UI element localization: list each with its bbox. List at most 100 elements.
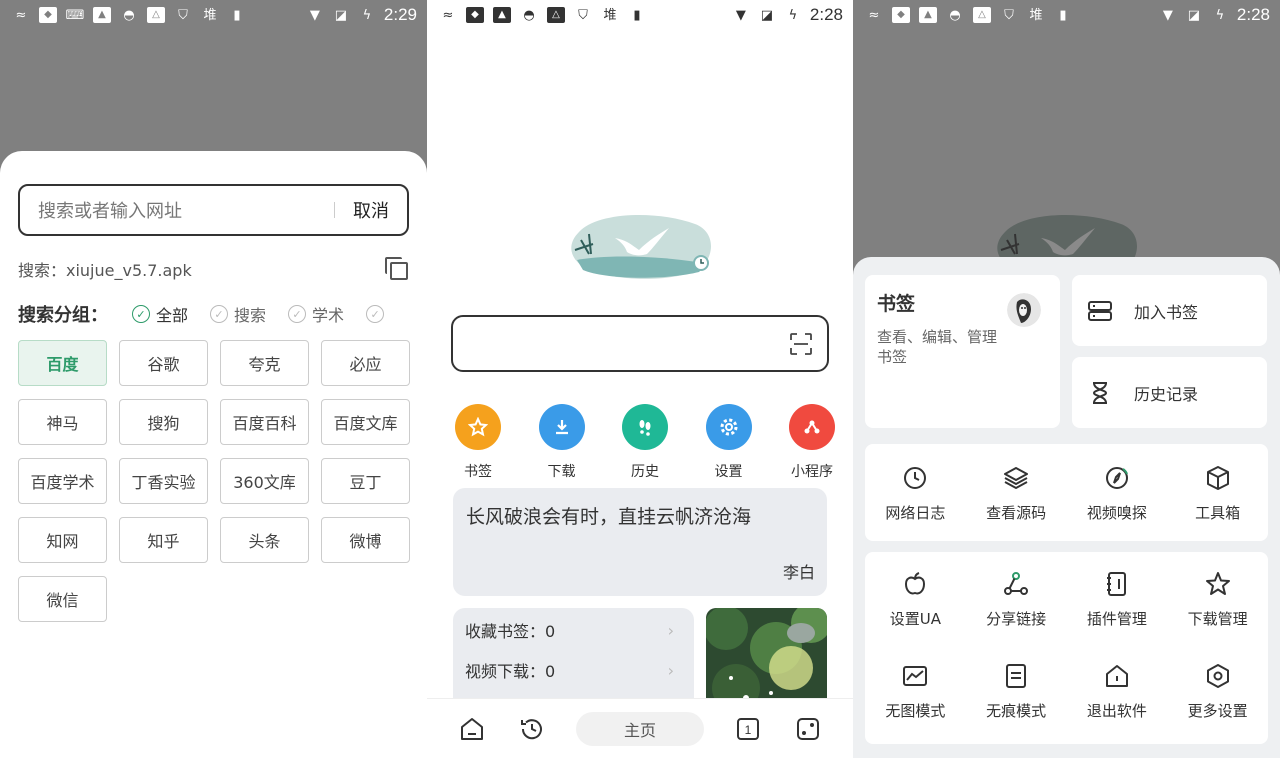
- plugin-manager-button[interactable]: 插件管理: [1067, 570, 1168, 629]
- engine-button[interactable]: 搜狗: [119, 399, 208, 445]
- home-tab[interactable]: 主页: [576, 712, 704, 746]
- book-icon: ▮: [233, 7, 241, 23]
- cat-app-icon: ◓: [123, 7, 135, 23]
- engine-button[interactable]: 百度: [18, 340, 107, 386]
- app-badge-icon: 堆: [1029, 7, 1043, 23]
- share-link-button[interactable]: 分享链接: [966, 570, 1067, 629]
- signal-swap-icon: ≈: [442, 7, 454, 23]
- engine-button[interactable]: 神马: [18, 399, 107, 445]
- app-notification-icon: ◆: [466, 7, 484, 23]
- engine-button[interactable]: 头条: [220, 517, 309, 563]
- group-option-more[interactable]: ✓: [366, 305, 390, 323]
- tool-label: 网络日志: [885, 504, 946, 522]
- signal-swap-icon: ≈: [868, 7, 880, 23]
- menu-icon[interactable]: [794, 715, 822, 743]
- add-bookmark-button[interactable]: 加入书签: [1072, 275, 1267, 346]
- daily-quote-card[interactable]: 长风破浪会有时，直挂云帆济沧海 李白: [453, 488, 827, 596]
- hourglass-icon: [1092, 381, 1108, 404]
- engine-button[interactable]: 百度百科: [220, 399, 309, 445]
- miniapp-icon: [789, 404, 835, 450]
- shield-play-icon: ⛉: [178, 7, 188, 23]
- video-sniff-button[interactable]: 视频嗅探: [1067, 464, 1168, 523]
- avatar: [1007, 293, 1041, 327]
- gear-icon: [705, 404, 752, 450]
- copy-icon[interactable]: [385, 257, 409, 281]
- video-download-count-row[interactable]: 视频下载：0 ›: [465, 658, 674, 682]
- bookmarks-card[interactable]: 书签 查看、编辑、管理书签: [865, 275, 1060, 428]
- search-input[interactable]: 搜索或者输入网址 取消: [18, 184, 409, 236]
- view-source-button[interactable]: 查看源码: [966, 464, 1067, 523]
- quick-link-label: 小程序: [791, 464, 833, 480]
- network-log-button[interactable]: 网络日志: [865, 464, 966, 523]
- setting-label: 无痕模式: [986, 702, 1047, 720]
- battery-charging-icon: ϟ: [362, 7, 372, 23]
- engine-button[interactable]: 知网: [18, 517, 107, 563]
- search-screen: ≈ ◆ ⌨ ▲ ◓ △ ⛉ 堆 ▮ ▼ ◪ ϟ 2:29 搜索或者输入网址 取消…: [0, 0, 427, 758]
- quick-link-history[interactable]: 历史: [612, 404, 678, 481]
- engine-button[interactable]: 丁香实验: [119, 458, 208, 504]
- search-group-tabs: 搜索分组： ✓ 全部 ✓ 搜索 ✓ 学术 ✓: [18, 301, 427, 327]
- video-download-count: 视频下载：0: [465, 662, 556, 681]
- engine-button[interactable]: 微信: [18, 576, 107, 622]
- status-bar: ≈ ◆ ▲ ◓ △ ⛉ 堆 ▮ ▼ ◪ ϟ 2:28: [427, 0, 853, 30]
- engine-button[interactable]: 百度文库: [321, 399, 410, 445]
- engine-button[interactable]: 微博: [321, 517, 410, 563]
- group-option-all[interactable]: ✓ 全部: [132, 302, 188, 326]
- quick-link-settings[interactable]: 设置: [696, 404, 762, 481]
- setting-label: 插件管理: [1086, 610, 1147, 628]
- cancel-button[interactable]: 取消: [353, 197, 389, 223]
- tool-label: 查看源码: [986, 504, 1047, 522]
- address-bar[interactable]: [451, 315, 829, 372]
- clipboard-suggestion[interactable]: 搜索：xiujue_v5.7.apk: [18, 257, 409, 281]
- book-icon: ▮: [1059, 7, 1067, 23]
- tabs-icon[interactable]: 1: [734, 715, 762, 743]
- status-bar: ≈ ◆ ▲ ◓ △ ⛉ 堆 ▮ ▼ ◪ ϟ 2:28: [853, 0, 1280, 30]
- search-placeholder: 搜索或者输入网址: [38, 201, 182, 222]
- clock-time: 2:29: [383, 5, 417, 24]
- group-option-academic[interactable]: ✓ 学术: [288, 302, 344, 326]
- check-circle-icon: ✓: [132, 305, 150, 323]
- bottom-navigation: 主页 1: [427, 698, 853, 758]
- wifi-icon: ▼: [1162, 7, 1173, 23]
- setting-label: 无图模式: [885, 702, 946, 720]
- bookmarks-title: 书签: [877, 293, 916, 315]
- suggestion-text: 搜索：xiujue_v5.7.apk: [18, 261, 192, 280]
- engine-button[interactable]: 必应: [321, 340, 410, 386]
- download-manager-button[interactable]: 下载管理: [1167, 570, 1268, 629]
- incognito-mode-button[interactable]: 无痕模式: [966, 662, 1067, 721]
- toolbox-button[interactable]: 工具箱: [1167, 464, 1268, 523]
- no-image-mode-button[interactable]: 无图模式: [865, 662, 966, 721]
- quick-link-downloads[interactable]: 下载: [529, 404, 595, 481]
- set-ua-button[interactable]: 设置UA: [865, 570, 966, 629]
- status-bar: ≈ ◆ ⌨ ▲ ◓ △ ⛉ 堆 ▮ ▼ ◪ ϟ 2:29: [0, 0, 427, 30]
- bookmark-count-row[interactable]: 收藏书签：0 ›: [465, 618, 674, 642]
- engine-button[interactable]: 360文库: [220, 458, 309, 504]
- quick-link-bookmarks[interactable]: 书签: [445, 404, 511, 481]
- alert-notification-icon: △: [973, 7, 991, 23]
- cat-app-icon: ◓: [523, 7, 535, 23]
- menu-sheet: 书签 查看、编辑、管理书签 加入书签 历史记录 网络日志 查看源码 视频嗅探 工…: [853, 257, 1280, 758]
- engine-button[interactable]: 夸克: [220, 340, 309, 386]
- quick-link-label: 下载: [547, 464, 576, 480]
- exit-app-button[interactable]: 退出软件: [1067, 662, 1168, 721]
- no-signal-icon: ◪: [1187, 7, 1201, 23]
- seagull-logo: [571, 214, 711, 279]
- history-label: 历史记录: [1134, 384, 1199, 404]
- engine-button[interactable]: 豆丁: [321, 458, 410, 504]
- history-icon[interactable]: [518, 715, 546, 743]
- app-badge-icon: 堆: [203, 7, 217, 23]
- setting-label: 下载管理: [1187, 610, 1248, 628]
- home-icon[interactable]: [458, 715, 486, 743]
- alert-notification-icon: △: [547, 7, 565, 23]
- quick-link-mini-programs[interactable]: 小程序: [779, 404, 845, 481]
- engine-button[interactable]: 百度学术: [18, 458, 107, 504]
- app-notification-icon: ◆: [892, 7, 910, 23]
- cat-app-icon: ◓: [949, 7, 961, 23]
- scan-icon[interactable]: [789, 332, 813, 356]
- more-settings-button[interactable]: 更多设置: [1167, 662, 1268, 721]
- engine-button[interactable]: 知乎: [119, 517, 208, 563]
- group-option-search[interactable]: ✓ 搜索: [210, 302, 266, 326]
- engine-button[interactable]: 谷歌: [119, 340, 208, 386]
- quick-link-label: 历史: [631, 464, 659, 480]
- history-button[interactable]: 历史记录: [1072, 357, 1267, 428]
